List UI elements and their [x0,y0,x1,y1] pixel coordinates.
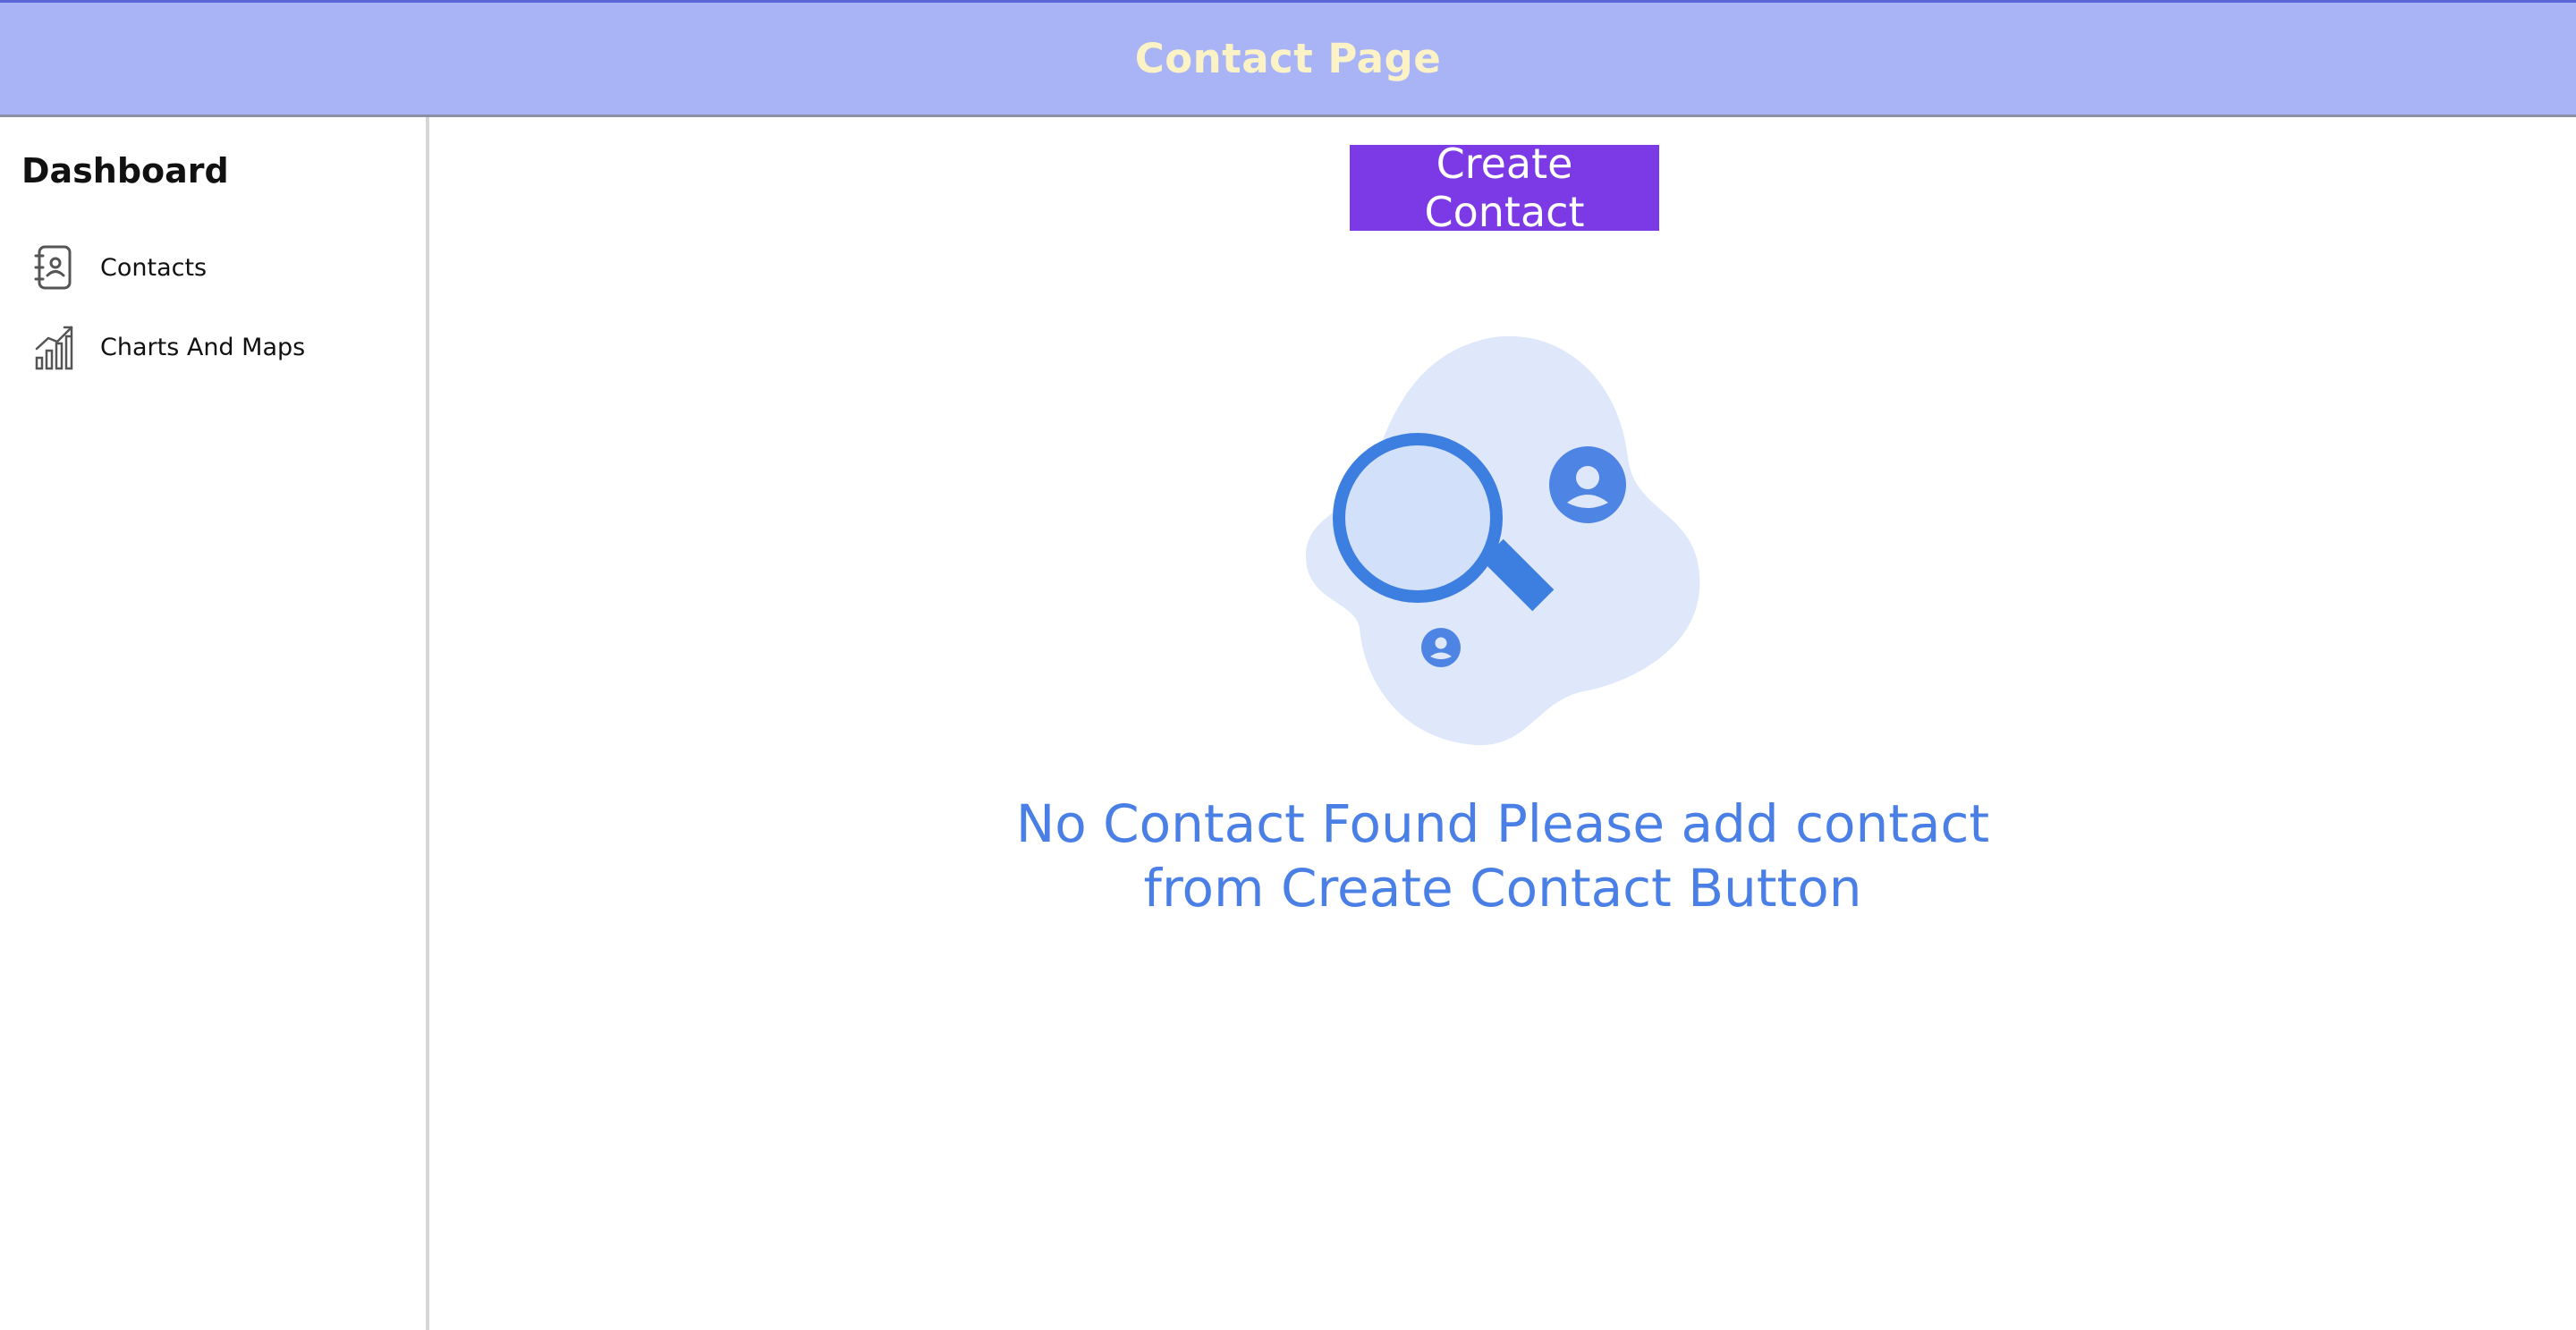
address-book-icon [21,241,93,294]
sidebar-item-label: Charts And Maps [100,333,306,361]
empty-state-message: No Contact Found Please add contact from… [1015,793,1990,919]
contact-search-illustration [1301,333,1713,753]
page-title: Contact Page [1134,35,1442,82]
sidebar-item-charts-and-maps[interactable]: Charts And Maps [21,316,415,378]
page-header: Contact Page [0,0,2576,117]
sidebar: Dashboard [0,117,429,1330]
sidebar-title: Dashboard [21,151,229,191]
create-contact-button[interactable]: Create Contact [1350,140,1659,236]
sidebar-item-contacts[interactable]: Contacts [21,236,415,299]
bar-chart-trend-icon [21,320,93,374]
sidebar-item-label: Contacts [100,253,208,282]
